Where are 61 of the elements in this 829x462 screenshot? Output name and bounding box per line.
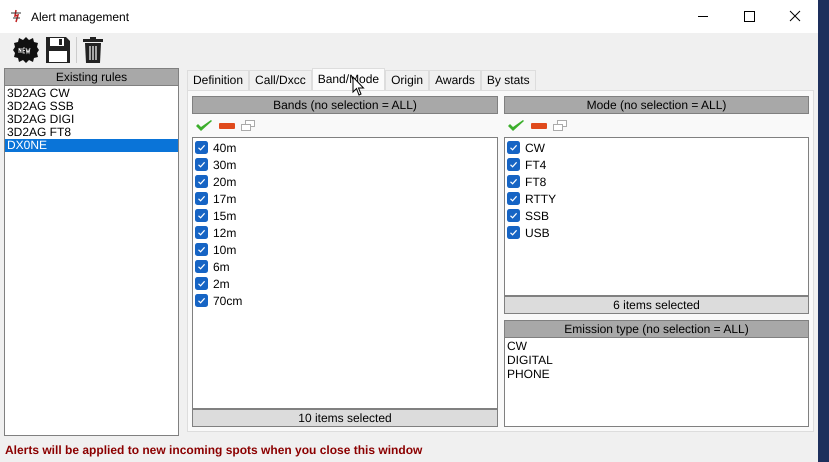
band-label: 17m <box>213 192 236 206</box>
mode-label: RTTY <box>525 192 556 206</box>
band-label: 15m <box>213 208 236 222</box>
rule-item[interactable]: 3D2AG FT8 <box>5 126 178 139</box>
app-icon <box>9 8 23 24</box>
save-icon[interactable] <box>45 36 71 64</box>
tab[interactable]: Origin <box>385 70 430 90</box>
tab[interactable]: By stats <box>480 70 536 90</box>
band-label: 12m <box>213 226 236 240</box>
checkbox[interactable] <box>507 192 520 205</box>
band-label: 30m <box>213 158 236 172</box>
checkbox[interactable] <box>195 141 208 154</box>
check-all-icon[interactable] <box>195 120 213 132</box>
mode-label: FT4 <box>525 158 546 172</box>
rule-item[interactable]: DX0NE <box>5 139 178 152</box>
checkbox[interactable] <box>195 209 208 222</box>
selection-count: 6 items selected <box>504 296 809 314</box>
band-label: 6m <box>213 260 230 274</box>
status-message: Alerts will be applied to new incoming spots when you close this window <box>5 443 422 457</box>
checkbox[interactable] <box>195 277 208 290</box>
band-label: 10m <box>213 242 236 256</box>
checkbox[interactable] <box>195 294 208 307</box>
rule-item[interactable]: 3D2AG SSB <box>5 100 178 113</box>
trash-icon[interactable] <box>82 36 104 64</box>
emission-item[interactable]: PHONE <box>507 367 806 381</box>
emission-item[interactable]: CW <box>507 339 806 353</box>
checkbox[interactable] <box>195 192 208 205</box>
new-icon[interactable] <box>12 36 40 64</box>
rule-item[interactable]: 3D2AG CW <box>5 87 178 100</box>
checkbox[interactable] <box>507 209 520 222</box>
uncheck-all-icon[interactable] <box>531 122 547 128</box>
checkbox[interactable] <box>195 226 208 239</box>
checkbox[interactable] <box>507 158 520 171</box>
window-title: Alert management <box>31 10 130 24</box>
checkbox[interactable] <box>195 260 208 273</box>
band-label: 40m <box>213 140 236 154</box>
tab[interactable]: Awards <box>429 70 481 90</box>
checkbox[interactable] <box>507 226 520 239</box>
list-header: Emission type (no selection = ALL) <box>504 320 809 338</box>
uncheck-all-icon[interactable] <box>219 122 235 128</box>
tab[interactable]: Definition <box>187 70 250 90</box>
emission-item[interactable]: DIGITAL <box>507 353 806 367</box>
mode-label: CW <box>525 140 545 154</box>
mode-label: SSB <box>525 208 550 222</box>
checkbox[interactable] <box>195 243 208 256</box>
checkbox[interactable] <box>507 141 520 154</box>
list-header: Mode (no selection = ALL) <box>504 96 809 114</box>
band-label: 70cm <box>213 294 242 308</box>
tab[interactable]: Call/Dxcc <box>249 70 312 90</box>
band-label: 20m <box>213 174 236 188</box>
band-label: 2m <box>213 276 230 290</box>
mode-label: USB <box>525 226 550 240</box>
checkbox[interactable] <box>195 175 208 188</box>
check-all-icon[interactable] <box>507 120 525 132</box>
list-header: Existing rules <box>4 68 179 86</box>
list-header: Bands (no selection = ALL) <box>192 96 498 114</box>
mode-label: FT8 <box>525 174 546 188</box>
rule-item[interactable]: 3D2AG DIGI <box>5 113 178 126</box>
checkbox[interactable] <box>507 175 520 188</box>
checkbox[interactable] <box>195 158 208 171</box>
selection-count: 10 items selected <box>192 409 498 427</box>
